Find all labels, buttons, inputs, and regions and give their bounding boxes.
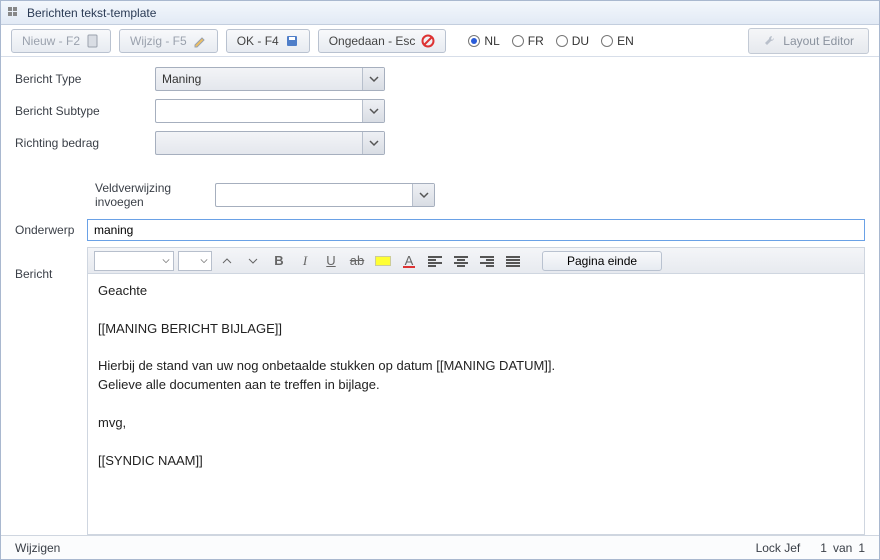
align-right-button[interactable] xyxy=(476,251,498,271)
font-size-up-button[interactable] xyxy=(216,251,238,271)
align-justify-button[interactable] xyxy=(502,251,524,271)
font-size-combo[interactable] xyxy=(178,251,212,271)
new-button-label: Nieuw - F2 xyxy=(22,34,80,48)
chevron-down-icon xyxy=(362,132,384,154)
font-color-button[interactable]: A xyxy=(398,251,420,271)
lang-label: EN xyxy=(617,34,634,48)
status-total: 1 xyxy=(858,541,865,555)
status-bar: Wijzigen Lock Jef 1 van 1 xyxy=(1,535,879,559)
new-button[interactable]: Nieuw - F2 xyxy=(11,29,111,53)
language-radio-group: NL FR DU EN xyxy=(468,34,633,48)
wrench-icon xyxy=(763,34,777,48)
bold-button[interactable]: B xyxy=(268,251,290,271)
ok-button-label: OK - F4 xyxy=(237,34,279,48)
radio-icon xyxy=(468,35,480,47)
type-combo[interactable]: Maning xyxy=(155,67,385,91)
status-lock: Lock Jef xyxy=(756,541,801,555)
insert-fieldref-label: Veldverwijzing invoegen xyxy=(15,181,215,209)
edit-button[interactable]: Wijzig - F5 xyxy=(119,29,218,53)
align-justify-icon xyxy=(506,255,520,267)
lang-label: FR xyxy=(528,34,544,48)
align-center-button[interactable] xyxy=(450,251,472,271)
highlight-swatch-icon xyxy=(375,256,391,266)
underline-button[interactable]: U xyxy=(320,251,342,271)
chevron-down-icon xyxy=(362,100,384,122)
direction-label: Richting bedrag xyxy=(15,136,155,150)
lang-radio-fr[interactable]: FR xyxy=(512,34,544,48)
lang-radio-du[interactable]: DU xyxy=(556,34,589,48)
lang-label: NL xyxy=(484,34,499,48)
layout-editor-label: Layout Editor xyxy=(783,34,854,48)
subtype-combo[interactable] xyxy=(155,99,385,123)
window-title: Berichten tekst-template xyxy=(27,6,156,20)
strikethrough-button[interactable]: ab xyxy=(346,251,368,271)
type-label: Bericht Type xyxy=(15,72,155,86)
edit-button-label: Wijzig - F5 xyxy=(130,34,187,48)
document-icon xyxy=(86,34,100,48)
undo-button[interactable]: Ongedaan - Esc xyxy=(318,29,447,53)
align-left-button[interactable] xyxy=(424,251,446,271)
app-icon xyxy=(7,6,21,20)
italic-button[interactable]: I xyxy=(294,251,316,271)
title-bar: Berichten tekst-template xyxy=(1,1,879,25)
radio-icon xyxy=(556,35,568,47)
align-right-icon xyxy=(480,255,494,267)
chevron-down-icon xyxy=(412,184,434,206)
radio-icon xyxy=(601,35,613,47)
undo-button-label: Ongedaan - Esc xyxy=(329,34,416,48)
highlight-button[interactable] xyxy=(372,251,394,271)
subject-label: Onderwerp xyxy=(15,223,87,237)
align-center-icon xyxy=(454,255,468,267)
save-icon xyxy=(285,34,299,48)
align-left-icon xyxy=(428,255,442,267)
main-toolbar: Nieuw - F2 Wijzig - F5 OK - F4 Ongedaan … xyxy=(1,25,879,57)
status-mode: Wijzigen xyxy=(15,541,60,555)
editor-toolbar: B I U ab A Pagina einde xyxy=(88,248,864,274)
subtype-label: Bericht Subtype xyxy=(15,104,155,118)
lang-radio-nl[interactable]: NL xyxy=(468,34,499,48)
radio-icon xyxy=(512,35,524,47)
app-window: Berichten tekst-template Nieuw - F2 Wijz… xyxy=(0,0,880,560)
font-size-down-button[interactable] xyxy=(242,251,264,271)
lang-label: DU xyxy=(572,34,589,48)
subject-input[interactable] xyxy=(87,219,865,241)
form-panel: Bericht Type Maning Bericht Subtype Rich… xyxy=(1,57,879,535)
type-value: Maning xyxy=(162,72,201,86)
status-sep: van xyxy=(833,541,852,555)
page-break-button[interactable]: Pagina einde xyxy=(542,251,662,271)
font-family-combo[interactable] xyxy=(94,251,174,271)
rich-text-editor: B I U ab A Pagina einde Geachte [[MANING… xyxy=(87,247,865,535)
editor-body[interactable]: Geachte [[MANING BERICHT BIJLAGE]] Hierb… xyxy=(88,274,864,534)
chevron-down-icon xyxy=(362,68,384,90)
cancel-icon xyxy=(421,34,435,48)
body-label: Bericht xyxy=(15,247,87,535)
direction-combo[interactable] xyxy=(155,131,385,155)
layout-editor-button[interactable]: Layout Editor xyxy=(748,28,869,54)
lang-radio-en[interactable]: EN xyxy=(601,34,634,48)
pencil-icon xyxy=(193,34,207,48)
status-pos: 1 xyxy=(820,541,827,555)
insert-fieldref-combo[interactable] xyxy=(215,183,435,207)
ok-button[interactable]: OK - F4 xyxy=(226,29,310,53)
